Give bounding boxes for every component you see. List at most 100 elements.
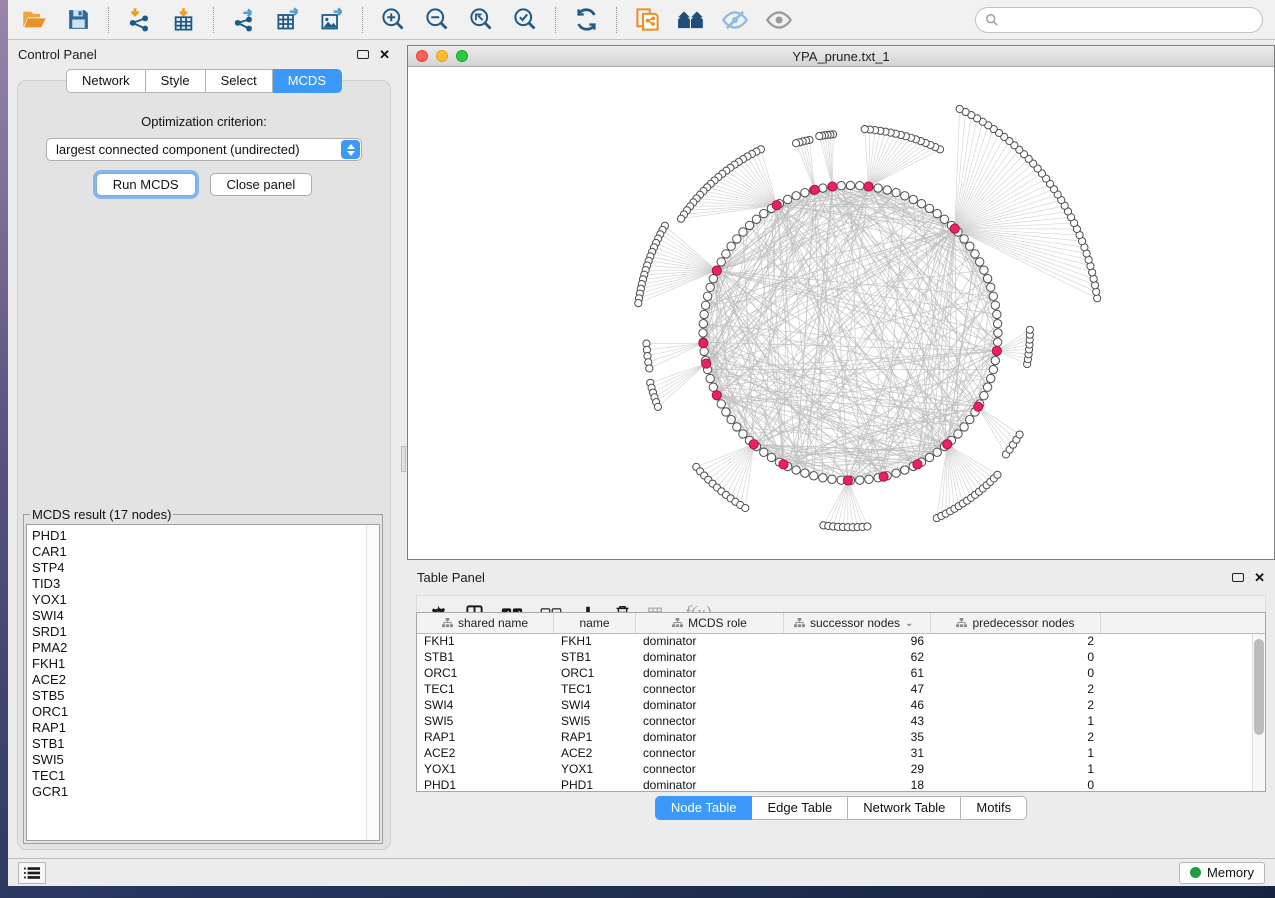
list-icon	[24, 866, 40, 880]
export-image-icon[interactable]	[318, 6, 346, 34]
control-panel: Control Panel ✕ Network Style Select MCD…	[8, 41, 400, 858]
optimization-criterion-select[interactable]: largest connected component (undirected)	[46, 138, 362, 161]
result-node[interactable]: SWI5	[32, 752, 379, 768]
table-row[interactable]: TEC1TEC1connector472	[417, 682, 1265, 698]
search-input[interactable]	[975, 7, 1263, 33]
show-all-icon[interactable]	[765, 6, 793, 34]
table-row[interactable]: SWI5SWI5connector431	[417, 714, 1265, 730]
table-row[interactable]: PHD1PHD1dominator180	[417, 778, 1265, 792]
column-header-name[interactable]: name	[554, 613, 636, 633]
attribute-type-icon	[672, 618, 683, 628]
column-header-mcds-role[interactable]: MCDS role	[636, 613, 784, 633]
column-header-shared-name[interactable]: shared name	[417, 613, 554, 633]
memory-button[interactable]: Memory	[1179, 862, 1265, 884]
zoom-selected-icon[interactable]	[511, 6, 539, 34]
application-window: Control Panel ✕ Network Style Select MCD…	[8, 0, 1275, 886]
table-row[interactable]: STB1STB1dominator620	[417, 650, 1265, 666]
clone-network-icon[interactable]	[633, 6, 661, 34]
tab-select[interactable]: Select	[206, 69, 273, 93]
table-row[interactable]: RAP1RAP1dominator352	[417, 730, 1265, 746]
result-node[interactable]: PMA2	[32, 640, 379, 656]
task-history-button[interactable]	[18, 862, 46, 884]
control-tabs: Network Style Select MCDS	[66, 69, 342, 93]
table-scrollbar-thumb[interactable]	[1254, 639, 1264, 735]
status-bar: Memory	[8, 858, 1275, 886]
result-node[interactable]: STP4	[32, 560, 379, 576]
result-node[interactable]: STB5	[32, 688, 379, 704]
open-file-icon[interactable]	[20, 6, 48, 34]
column-header-successor-nodes[interactable]: successor nodes ⌄	[784, 613, 931, 633]
memory-label: Memory	[1207, 865, 1254, 880]
refresh-icon[interactable]	[572, 6, 600, 34]
optimization-criterion-label: Optimization criterion:	[18, 114, 390, 129]
export-table-icon[interactable]	[274, 6, 302, 34]
tab-motifs[interactable]: Motifs	[961, 796, 1027, 820]
toolbar-separator	[213, 7, 214, 33]
vertical-splitter[interactable]	[400, 41, 407, 858]
zoom-in-icon[interactable]	[379, 6, 407, 34]
tab-network[interactable]: Network	[66, 69, 146, 93]
column-header-predecessor-nodes[interactable]: predecessor nodes	[931, 613, 1101, 633]
result-node[interactable]: ACE2	[32, 672, 379, 688]
table-row[interactable]: FKH1FKH1dominator962	[417, 634, 1265, 650]
attribute-type-icon	[442, 618, 453, 628]
result-node[interactable]: ORC1	[32, 704, 379, 720]
first-neighbors-icon[interactable]	[677, 6, 705, 34]
mcds-result-list[interactable]: PHD1CAR1STP4TID3YOX1SWI4SRD1PMA2FKH1ACE2…	[26, 524, 380, 841]
result-node[interactable]: TEC1	[32, 768, 379, 784]
table-row[interactable]: ACE2ACE2connector311	[417, 746, 1265, 762]
control-panel-title: Control Panel	[18, 47, 97, 62]
optimization-criterion-value: largest connected component (undirected)	[47, 142, 300, 157]
float-panel-icon[interactable]	[357, 50, 369, 59]
import-network-icon[interactable]	[125, 6, 153, 34]
result-node[interactable]: GCR1	[32, 784, 379, 800]
result-list-scrollbar[interactable]	[366, 525, 379, 840]
result-node[interactable]: PHD1	[32, 528, 379, 544]
column-header-filler	[1101, 613, 1265, 633]
mcds-panel: Optimization criterion: largest connecte…	[17, 80, 391, 850]
table-row[interactable]: YOX1YOX1connector291	[417, 762, 1265, 778]
attribute-type-icon	[794, 618, 805, 628]
float-table-panel-icon[interactable]	[1232, 573, 1244, 582]
save-session-icon[interactable]	[64, 6, 92, 34]
result-node[interactable]: SRD1	[32, 624, 379, 640]
network-window-titlebar[interactable]: YPA_prune.txt_1	[408, 46, 1274, 67]
run-mcds-button[interactable]: Run MCDS	[96, 173, 196, 196]
network-canvas[interactable]	[408, 67, 1274, 559]
zoom-out-icon[interactable]	[423, 6, 451, 34]
sort-descending-icon: ⌄	[905, 618, 913, 629]
zoom-fit-icon[interactable]	[467, 6, 495, 34]
toolbar-separator	[616, 7, 617, 33]
network-view-window: YPA_prune.txt_1	[407, 45, 1275, 560]
tab-network-table[interactable]: Network Table	[848, 796, 961, 820]
select-stepper-icon	[341, 140, 360, 159]
result-node[interactable]: YOX1	[32, 592, 379, 608]
result-node[interactable]: CAR1	[32, 544, 379, 560]
table-row[interactable]: SWI4SWI4dominator462	[417, 698, 1265, 714]
close-table-panel-icon[interactable]: ✕	[1254, 571, 1265, 584]
result-node[interactable]: FKH1	[32, 656, 379, 672]
tab-node-table[interactable]: Node Table	[655, 796, 753, 820]
result-node[interactable]: TID3	[32, 576, 379, 592]
import-table-icon[interactable]	[169, 6, 197, 34]
result-node[interactable]: RAP1	[32, 720, 379, 736]
close-panel-icon[interactable]: ✕	[379, 48, 390, 61]
table-panel-title: Table Panel	[417, 570, 485, 585]
search-field-wrap	[975, 7, 1263, 33]
tab-edge-table[interactable]: Edge Table	[752, 796, 848, 820]
tab-style[interactable]: Style	[146, 69, 206, 93]
result-node[interactable]: SWI4	[32, 608, 379, 624]
result-node[interactable]: STB1	[32, 736, 379, 752]
hide-selected-icon[interactable]	[721, 6, 749, 34]
table-scrollbar[interactable]	[1252, 634, 1265, 792]
export-network-icon[interactable]	[230, 6, 258, 34]
mcds-result-items: PHD1CAR1STP4TID3YOX1SWI4SRD1PMA2FKH1ACE2…	[32, 528, 379, 800]
close-panel-button[interactable]: Close panel	[210, 173, 313, 196]
node-table-body: FKH1FKH1dominator962STB1STB1dominator620…	[417, 634, 1265, 792]
main-toolbar	[8, 0, 1275, 40]
tab-mcds[interactable]: MCDS	[273, 69, 342, 93]
splitter-grip[interactable]	[401, 446, 406, 472]
search-text-input[interactable]	[1005, 12, 1253, 27]
table-row[interactable]: ORC1ORC1dominator610	[417, 666, 1265, 682]
mcds-result-fieldset: MCDS result (17 nodes) PHD1CAR1STP4TID3Y…	[23, 507, 383, 844]
